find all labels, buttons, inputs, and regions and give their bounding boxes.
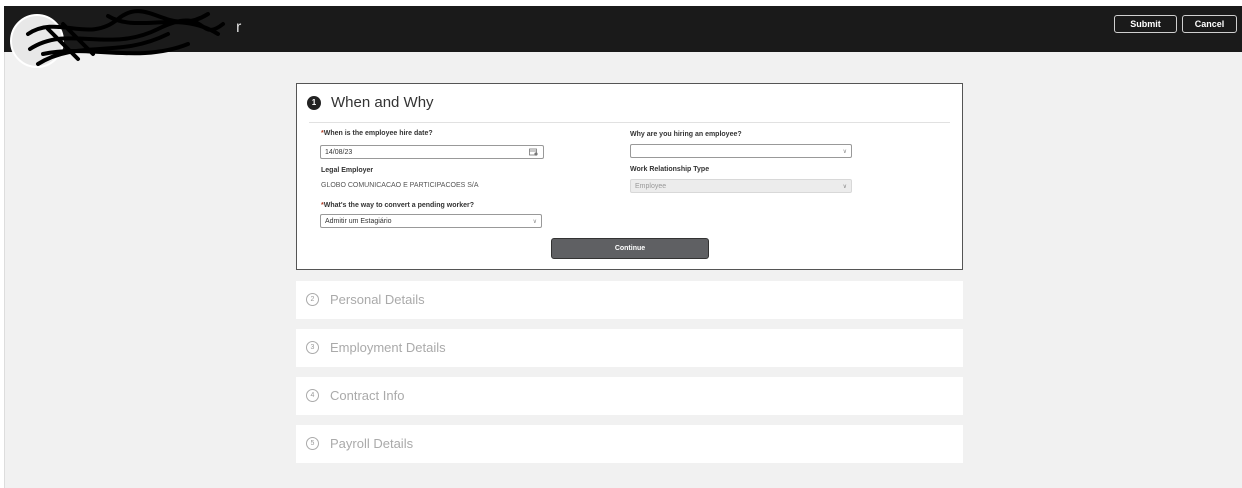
legal-employer-label: Legal Employer xyxy=(321,167,374,174)
divider xyxy=(309,122,950,123)
hire-date-label: *When is the employee hire date? xyxy=(321,130,433,137)
hiring-reason-select[interactable]: ∨ xyxy=(630,144,852,158)
step-number-badge: 1 xyxy=(307,95,321,110)
submit-button[interactable]: Submit xyxy=(1114,15,1177,33)
hire-date-input[interactable]: 14/08/23 xyxy=(320,145,544,159)
step-panel-employment-details[interactable]: 3 Employment Details xyxy=(296,329,963,367)
step-title: Contract Info xyxy=(330,388,405,403)
step-number-badge: 5 xyxy=(306,437,319,450)
chevron-down-icon: ∨ xyxy=(842,184,847,190)
step-number-badge: 2 xyxy=(306,293,319,306)
step-title: When and Why xyxy=(331,94,434,111)
step-number-badge: 3 xyxy=(306,341,319,354)
calendar-icon[interactable] xyxy=(529,148,538,156)
convert-worker-select[interactable]: Admitir um Estagiário ∨ xyxy=(320,214,542,228)
cancel-button[interactable]: Cancel xyxy=(1182,15,1237,33)
step-title: Payroll Details xyxy=(330,436,414,451)
continue-button[interactable]: Continue xyxy=(551,238,709,259)
step-title: Employment Details xyxy=(330,340,446,355)
step-panel-personal-details[interactable]: 2 Personal Details xyxy=(296,281,963,319)
redaction-scribble xyxy=(26,9,225,66)
legal-employer-value: GLOBO COMUNICACAO E PARTICIPACOES S/A xyxy=(321,182,479,189)
step-panel-contract-info[interactable]: 4 Contract Info xyxy=(296,377,963,415)
step-title: Personal Details xyxy=(330,292,425,307)
convert-worker-label: *What's the way to convert a pending wor… xyxy=(321,202,474,209)
chevron-down-icon: ∨ xyxy=(532,219,537,225)
step-number-badge: 4 xyxy=(306,389,319,402)
hiring-reason-label: Why are you hiring an employee? xyxy=(630,131,742,138)
chevron-down-icon: ∨ xyxy=(842,149,847,155)
step-panel-payroll-details[interactable]: 5 Payroll Details xyxy=(296,425,963,463)
step-header: 1 When and Why xyxy=(307,94,434,111)
step-panel-when-and-why: 1 When and Why *When is the employee hir… xyxy=(296,83,963,270)
work-relationship-select: Employee ∨ xyxy=(630,179,852,193)
work-relationship-label: Work Relationship Type xyxy=(630,166,710,173)
